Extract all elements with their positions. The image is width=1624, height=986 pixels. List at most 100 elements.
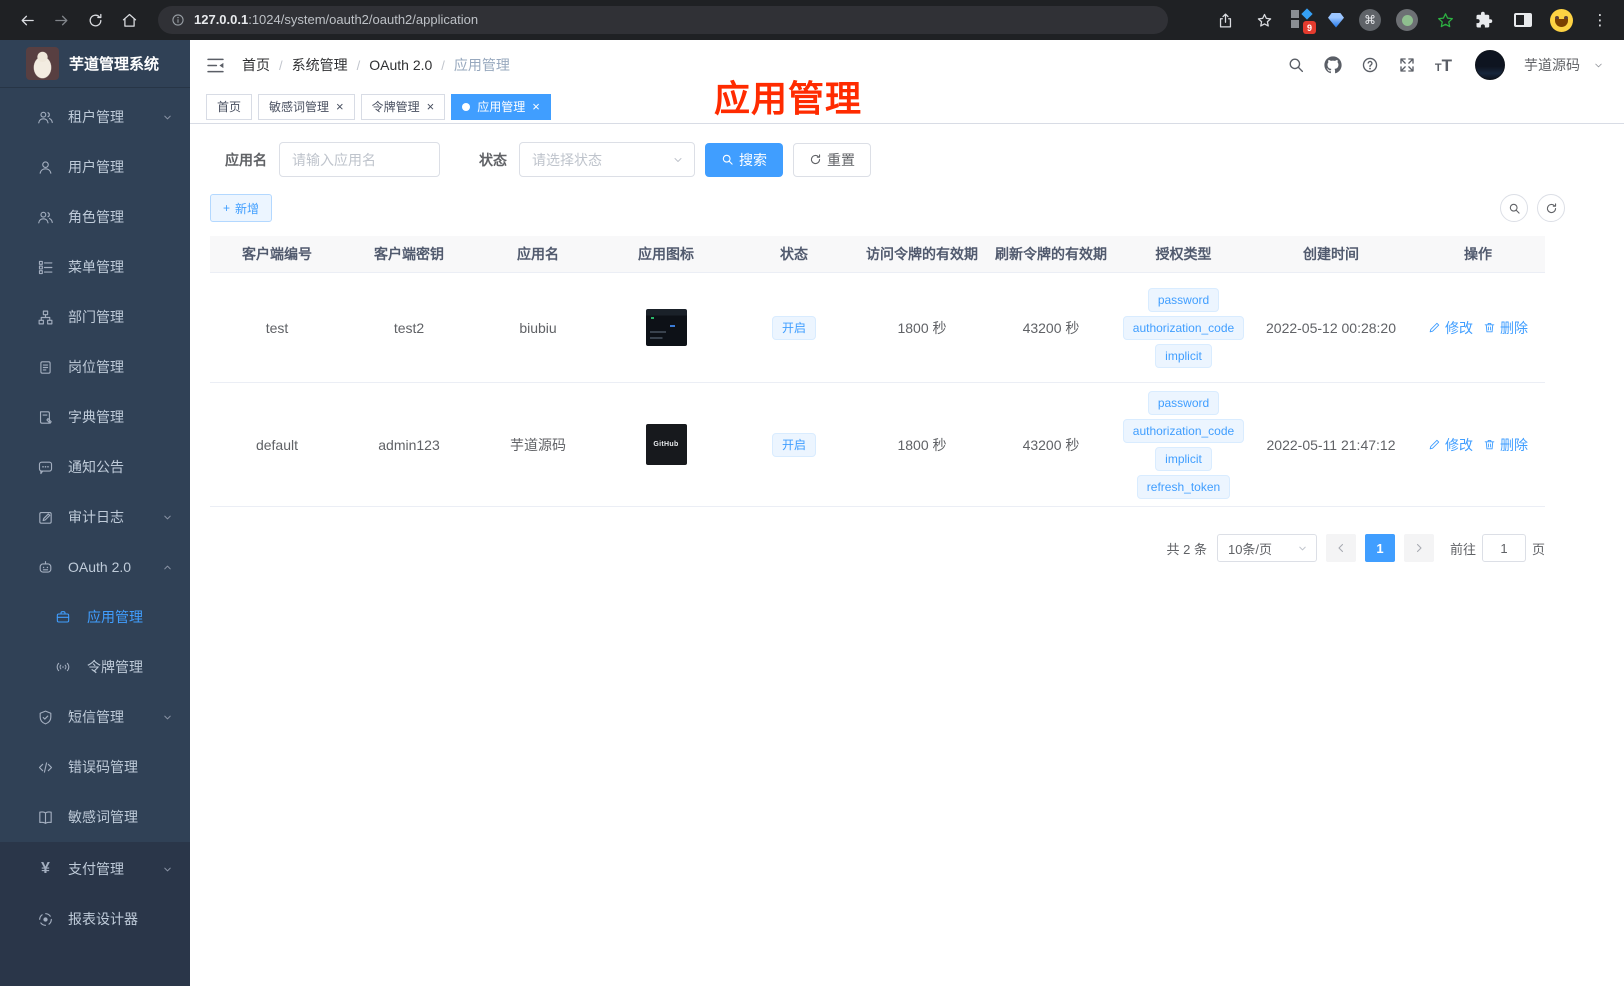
command-extension-icon[interactable]: ⌘ bbox=[1359, 9, 1381, 31]
close-icon[interactable]: × bbox=[336, 100, 344, 113]
side-panel-icon[interactable] bbox=[1511, 5, 1535, 35]
add-button[interactable]: + 新增 bbox=[210, 194, 273, 222]
browser-chrome: 127.0.0.1:1024/system/oauth2/oauth2/appl… bbox=[0, 0, 1624, 40]
extension-grid-icon[interactable]: 9 bbox=[1291, 8, 1316, 34]
goto-page-input[interactable] bbox=[1481, 534, 1526, 562]
browser-menu-icon[interactable]: ⋮ bbox=[1588, 5, 1612, 35]
users-icon bbox=[37, 109, 54, 126]
sidebar-item-label: 用户管理 bbox=[68, 159, 124, 175]
table-header-row: 客户端编号 客户端密钥 应用名 应用图标 状态 访问令牌的有效期 刷新令牌的有效… bbox=[210, 236, 1545, 272]
sidebar-item-user[interactable]: 用户管理 bbox=[0, 142, 190, 192]
sidebar-logo[interactable]: 芋道管理系统 bbox=[0, 40, 190, 88]
col-header: 状态 bbox=[780, 246, 808, 262]
extensions-puzzle-icon[interactable] bbox=[1472, 5, 1496, 35]
browser-home-button[interactable] bbox=[114, 5, 144, 35]
trash-icon bbox=[1483, 438, 1496, 451]
search-button[interactable]: 搜索 bbox=[705, 142, 783, 177]
gem-extension-icon[interactable] bbox=[1328, 12, 1344, 28]
toggle-search-button[interactable] bbox=[1500, 194, 1528, 222]
profile-avatar[interactable] bbox=[1550, 8, 1573, 32]
sidebar-item-oauth2-application[interactable]: 应用管理 bbox=[0, 592, 190, 642]
prev-page-button[interactable] bbox=[1325, 534, 1356, 562]
sidebar-item-label: OAuth 2.0 bbox=[68, 559, 132, 575]
app-name-input[interactable] bbox=[279, 142, 440, 177]
cell-access-validity: 1800 秒 bbox=[897, 436, 947, 453]
site-info-icon[interactable] bbox=[171, 13, 185, 27]
tab-home[interactable]: 首页 bbox=[206, 93, 253, 120]
page-size-select[interactable]: 10条/页 bbox=[1216, 534, 1317, 562]
chevron-down-icon bbox=[162, 112, 173, 123]
delete-button[interactable]: 删除 bbox=[1483, 435, 1528, 455]
sidebar-item-error-code[interactable]: 错误码管理 bbox=[0, 742, 190, 792]
page-size-value: 10条/页 bbox=[1227, 541, 1273, 557]
sidebar-item-tenant[interactable]: 租户管理 bbox=[0, 92, 190, 142]
page-number-1[interactable]: 1 bbox=[1364, 534, 1395, 562]
sidebar: 芋道管理系统 租户管理 用户管理 角色管理 菜单管理 部门管理 岗位管理 字典管… bbox=[0, 40, 190, 986]
grant-type-tag: authorization_code bbox=[1122, 315, 1245, 340]
reset-button[interactable]: 重置 bbox=[793, 142, 871, 177]
url-bar[interactable]: 127.0.0.1:1024/system/oauth2/oauth2/appl… bbox=[158, 6, 1168, 34]
recorder-extension-icon[interactable] bbox=[1396, 9, 1418, 31]
sidebar-item-report-designer[interactable]: 报表设计器 bbox=[0, 894, 190, 944]
fullscreen-icon[interactable] bbox=[1398, 56, 1416, 74]
tab-label: 应用管理 bbox=[477, 100, 526, 114]
sidebar-collapse-icon[interactable] bbox=[205, 55, 226, 76]
browser-forward-button[interactable] bbox=[46, 5, 76, 35]
tab-application-active[interactable]: 应用管理 × bbox=[451, 93, 551, 120]
share-icon[interactable] bbox=[1213, 5, 1237, 35]
chevron-left-icon bbox=[1335, 542, 1347, 554]
close-icon[interactable]: × bbox=[427, 100, 435, 113]
sidebar-item-oauth2-token[interactable]: 令牌管理 bbox=[0, 642, 190, 692]
sidebar-item-audit-log[interactable]: 审计日志 bbox=[0, 492, 190, 542]
tab-token[interactable]: 令牌管理 × bbox=[360, 93, 446, 120]
filter-form: 应用名 状态 请选择状态 搜索 重置 bbox=[225, 142, 1565, 177]
tab-label: 敏感词管理 bbox=[269, 100, 330, 114]
sidebar-item-oauth2[interactable]: OAuth 2.0 bbox=[0, 542, 190, 592]
sidebar-item-role[interactable]: 角色管理 bbox=[0, 192, 190, 242]
sidebar-item-notice[interactable]: 通知公告 bbox=[0, 442, 190, 492]
sidebar-menu-secondary: ¥ 支付管理 报表设计器 bbox=[0, 842, 190, 986]
sidebar-item-label: 令牌管理 bbox=[87, 659, 143, 675]
sidebar-item-dict[interactable]: 字典管理 bbox=[0, 392, 190, 442]
user-avatar[interactable] bbox=[1475, 50, 1505, 80]
grant-type-tag: authorization_code bbox=[1122, 418, 1245, 443]
sidebar-item-sensitive-word[interactable]: 敏感词管理 bbox=[0, 792, 190, 842]
font-size-icon[interactable]: TT bbox=[1435, 57, 1452, 74]
refresh-icon bbox=[809, 153, 822, 166]
delete-button[interactable]: 删除 bbox=[1483, 318, 1528, 338]
search-icon[interactable] bbox=[1287, 56, 1305, 74]
col-header: 客户端密钥 bbox=[374, 246, 444, 262]
org-icon bbox=[37, 309, 54, 326]
sidebar-item-dept[interactable]: 部门管理 bbox=[0, 292, 190, 342]
briefcase-icon bbox=[55, 609, 71, 625]
breadcrumb-oauth2[interactable]: OAuth 2.0 bbox=[369, 57, 432, 73]
delete-label: 删除 bbox=[1500, 319, 1528, 336]
browser-reload-button[interactable] bbox=[80, 5, 110, 35]
search-icon bbox=[721, 153, 734, 166]
grant-type-tag: password bbox=[1147, 287, 1220, 312]
extension-badge: 9 bbox=[1303, 21, 1316, 34]
next-page-button[interactable] bbox=[1403, 534, 1434, 562]
browser-back-button[interactable] bbox=[12, 5, 42, 35]
breadcrumb-home[interactable]: 首页 bbox=[242, 55, 270, 75]
sidebar-item-sms[interactable]: 短信管理 bbox=[0, 692, 190, 742]
close-icon[interactable]: × bbox=[532, 100, 540, 113]
tab-sensitive-word[interactable]: 敏感词管理 × bbox=[258, 93, 355, 120]
badge-icon bbox=[37, 359, 54, 376]
help-icon[interactable] bbox=[1361, 56, 1379, 74]
status-select[interactable]: 请选择状态 bbox=[519, 142, 695, 177]
green-star-extension-icon[interactable] bbox=[1433, 5, 1457, 35]
github-icon[interactable] bbox=[1324, 56, 1342, 74]
refresh-table-button[interactable] bbox=[1537, 194, 1565, 222]
tab-label: 首页 bbox=[217, 100, 242, 114]
breadcrumb-system[interactable]: 系统管理 bbox=[292, 55, 348, 75]
sidebar-item-post[interactable]: 岗位管理 bbox=[0, 342, 190, 392]
yen-icon: ¥ bbox=[41, 860, 50, 877]
bookmark-star-icon[interactable] bbox=[1252, 5, 1276, 35]
menu-tree-icon bbox=[37, 259, 54, 276]
edit-button[interactable]: 修改 bbox=[1428, 318, 1473, 338]
sidebar-item-menu[interactable]: 菜单管理 bbox=[0, 242, 190, 292]
edit-button[interactable]: 修改 bbox=[1428, 435, 1473, 455]
user-name[interactable]: 芋道源码 bbox=[1524, 55, 1580, 75]
sidebar-item-pay[interactable]: ¥ 支付管理 bbox=[0, 844, 190, 894]
